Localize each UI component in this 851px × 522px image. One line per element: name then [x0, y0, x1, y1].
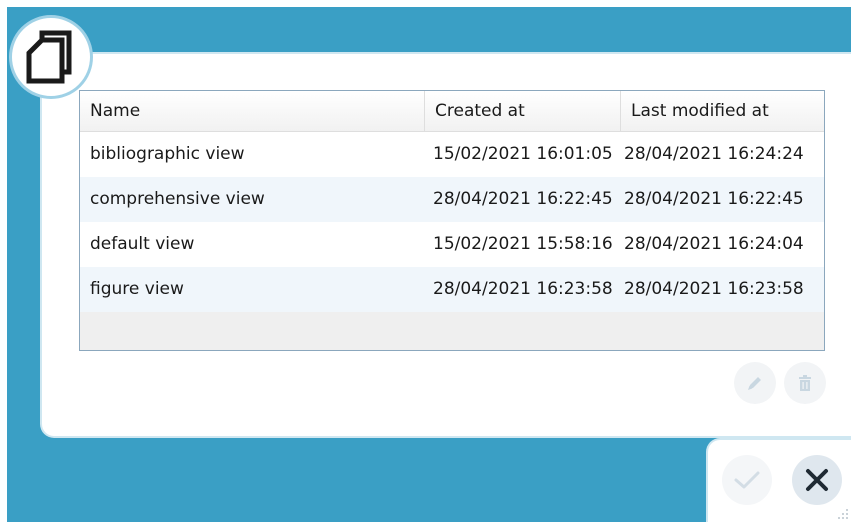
column-header-name[interactable]: Name	[80, 91, 425, 131]
resize-grip-icon[interactable]	[837, 508, 849, 520]
cell-created: 28/04/2021 16:22:45	[433, 189, 613, 209]
cell-created: 15/02/2021 16:01:05	[433, 144, 613, 164]
cell-modified: 28/04/2021 16:23:58	[624, 279, 804, 299]
cell-name: default view	[90, 234, 195, 254]
column-header-modified[interactable]: Last modified at	[621, 91, 824, 131]
table-row[interactable]: default view 15/02/2021 15:58:16 28/04/2…	[80, 222, 824, 267]
cell-modified: 28/04/2021 16:24:24	[624, 144, 804, 164]
cell-name: bibliographic view	[90, 144, 245, 164]
cell-modified: 28/04/2021 16:24:04	[624, 234, 804, 254]
table-header: Name Created at Last modified at	[80, 91, 824, 132]
checkmark-icon	[734, 471, 760, 489]
app-badge	[9, 15, 93, 99]
table-row[interactable]: comprehensive view 28/04/2021 16:22:45 2…	[80, 177, 824, 222]
views-table: Name Created at Last modified at bibliog…	[79, 90, 825, 351]
table-row[interactable]: bibliographic view 15/02/2021 16:01:05 2…	[80, 132, 824, 177]
delete-button[interactable]	[784, 362, 826, 404]
cell-modified: 28/04/2021 16:22:45	[624, 189, 804, 209]
close-button[interactable]	[792, 455, 842, 505]
edit-button[interactable]	[734, 362, 776, 404]
cell-name: figure view	[90, 279, 184, 299]
cell-name: comprehensive view	[90, 189, 265, 209]
cell-created: 15/02/2021 15:58:16	[433, 234, 613, 254]
close-icon	[806, 469, 828, 491]
confirm-button[interactable]	[722, 455, 772, 505]
documents-icon	[26, 30, 72, 84]
trash-icon	[799, 375, 811, 391]
column-header-created[interactable]: Created at	[425, 91, 621, 131]
cell-created: 28/04/2021 16:23:58	[433, 279, 613, 299]
table-row[interactable]: figure view 28/04/2021 16:23:58 28/04/20…	[80, 267, 824, 312]
pencil-icon	[748, 377, 761, 390]
top-strip	[0, 0, 851, 7]
